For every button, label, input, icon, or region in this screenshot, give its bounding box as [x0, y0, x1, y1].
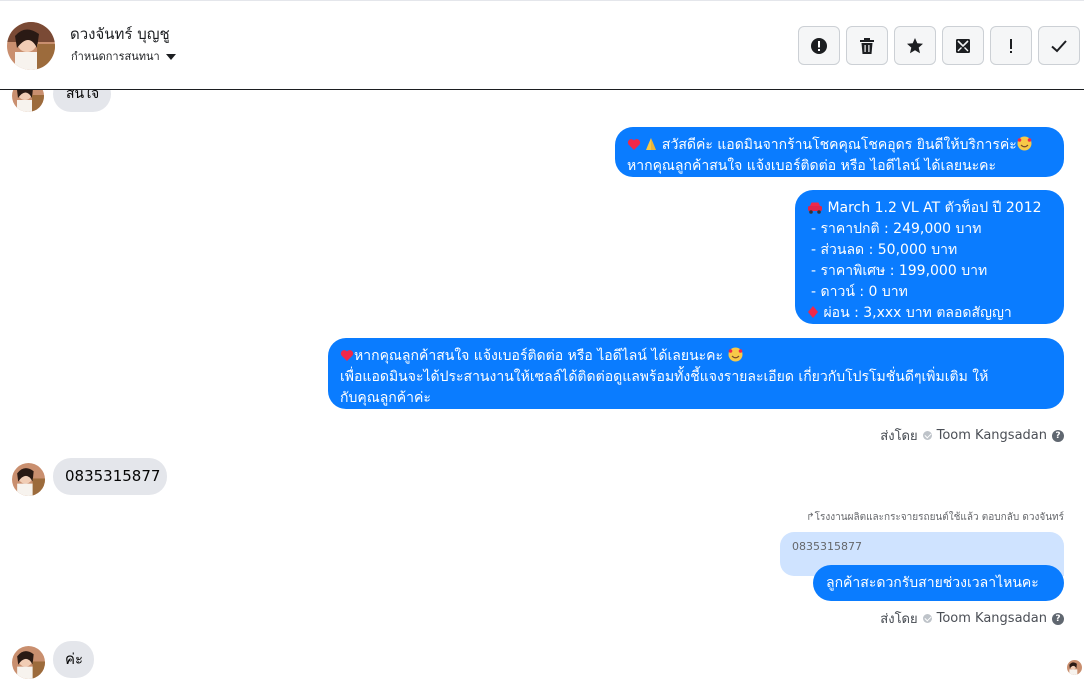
trash-icon — [860, 37, 874, 54]
quoted-text: 0835315877 — [792, 540, 862, 553]
car-offer-item: ผ่อน : 3,xxx บาท ตลอดสัญญา — [823, 305, 1012, 321]
message-text: หากคุณลูกค้าสนใจ แจ้งเบอร์ติดต่อ หรือ ไอ… — [627, 158, 997, 174]
reply-arrow-icon: ↱ — [806, 512, 815, 523]
alert-circle-icon — [811, 37, 827, 54]
message-text: กับคุณลูกค้าค่ะ — [340, 390, 431, 406]
message-text: ค่ะ — [65, 650, 84, 668]
mark-done-button[interactable] — [1038, 26, 1080, 65]
reply-context-note: ↱โรงงานผลิตและกระจายรถยนต์ใช้แล้ว ตอบกลั… — [806, 512, 1064, 523]
smiling-hearts-emoji-icon — [728, 347, 743, 369]
sent-by-label: ส่งโดย Toom Kangsadan ? — [880, 608, 1064, 629]
assign-conversation-dropdown[interactable]: กำหนดการสนทนา — [71, 47, 176, 65]
chevron-down-icon — [165, 53, 176, 60]
verified-check-icon — [922, 614, 932, 623]
message-text: หากคุณลูกค้าสนใจ แจ้งเบอร์ติดต่อ หรือ ไอ… — [354, 348, 724, 364]
help-icon[interactable]: ? — [1052, 612, 1064, 625]
report-button[interactable] — [798, 26, 840, 65]
incoming-message: ค่ะ — [53, 641, 94, 678]
message-text: เพื่อแอดมินจะได้ประสานงานให้เซลล์ได้ติดต… — [340, 369, 989, 385]
star-button[interactable] — [894, 26, 936, 65]
delete-button[interactable] — [846, 26, 888, 65]
sender-name: Toom Kangsadan — [936, 428, 1047, 443]
car-offer-title: March 1.2 VL AT ตัวท็อป ปี 2012 — [827, 200, 1042, 216]
red-diamond-emoji-icon — [807, 305, 819, 326]
sent-by-prefix: ส่งโดย — [880, 612, 918, 627]
sent-by-prefix: ส่งโดย — [880, 429, 918, 444]
car-offer-item: - ราคาปกติ : 249,000 บาท — [811, 221, 982, 237]
help-icon[interactable]: ? — [1052, 429, 1064, 442]
heart-emoji-icon — [340, 348, 354, 369]
incoming-message-phone: 0835315877 — [53, 458, 167, 495]
star-icon — [907, 37, 923, 53]
verified-check-icon — [922, 431, 932, 440]
assign-label: กำหนดการสนทนา — [71, 50, 160, 63]
priority-button[interactable] — [990, 26, 1032, 65]
car-offer-item: - ส่วนลด : 50,000 บาท — [811, 242, 958, 258]
sent-by-label: ส่งโดย Toom Kangsadan ? — [880, 425, 1064, 446]
messenger-thread: ดวงจันทร์ บุญชู กำหนดการสนทนา สนใจ สวัสด… — [0, 0, 1084, 689]
outgoing-message-car-offer: March 1.2 VL AT ตัวท็อป ปี 2012 - ราคาปก… — [795, 190, 1064, 324]
contact-name: ดวงจันทร์ บุญชู — [70, 25, 170, 43]
message-text: ลูกค้าสะดวกรับสายช่วงเวลาไหนคะ — [826, 575, 1039, 591]
check-icon — [1051, 39, 1067, 52]
car-offer-item: - ดาวน์ : 0 บาท — [811, 284, 908, 300]
smiling-hearts-emoji-icon — [1017, 136, 1032, 158]
conversation-header: ดวงจันทร์ บุญชู กำหนดการสนทนา — [0, 0, 1084, 90]
message-text: สวัสดีค่ะ แอดมินจากร้านโชคคุณโชคอุดร ยิน… — [661, 137, 1017, 153]
car-offer-item: - ราคาพิเศษ : 199,000 บาท — [811, 263, 988, 279]
pray-emoji-icon — [645, 137, 657, 158]
heart-emoji-icon — [627, 137, 641, 158]
outgoing-message-callback: ลูกค้าสะดวกรับสายช่วงเวลาไหนคะ — [813, 565, 1064, 601]
outgoing-message-greeting: สวัสดีค่ะ แอดมินจากร้านโชคคุณโชคอุดร ยิน… — [615, 127, 1064, 177]
exclamation-icon — [1010, 38, 1012, 53]
outgoing-message-contact-request: หากคุณลูกค้าสนใจ แจ้งเบอร์ติดต่อ หรือ ไอ… — [328, 338, 1064, 409]
contact-avatar[interactable] — [7, 22, 55, 70]
mark-unread-icon — [956, 38, 970, 53]
message-text: 0835315877 — [65, 467, 161, 485]
sender-name: Toom Kangsadan — [936, 611, 1047, 626]
seen-receipt-avatar — [1067, 660, 1082, 675]
contact-avatar-small — [12, 463, 45, 496]
contact-avatar-small — [12, 646, 45, 679]
mark-unread-button[interactable] — [942, 26, 984, 65]
